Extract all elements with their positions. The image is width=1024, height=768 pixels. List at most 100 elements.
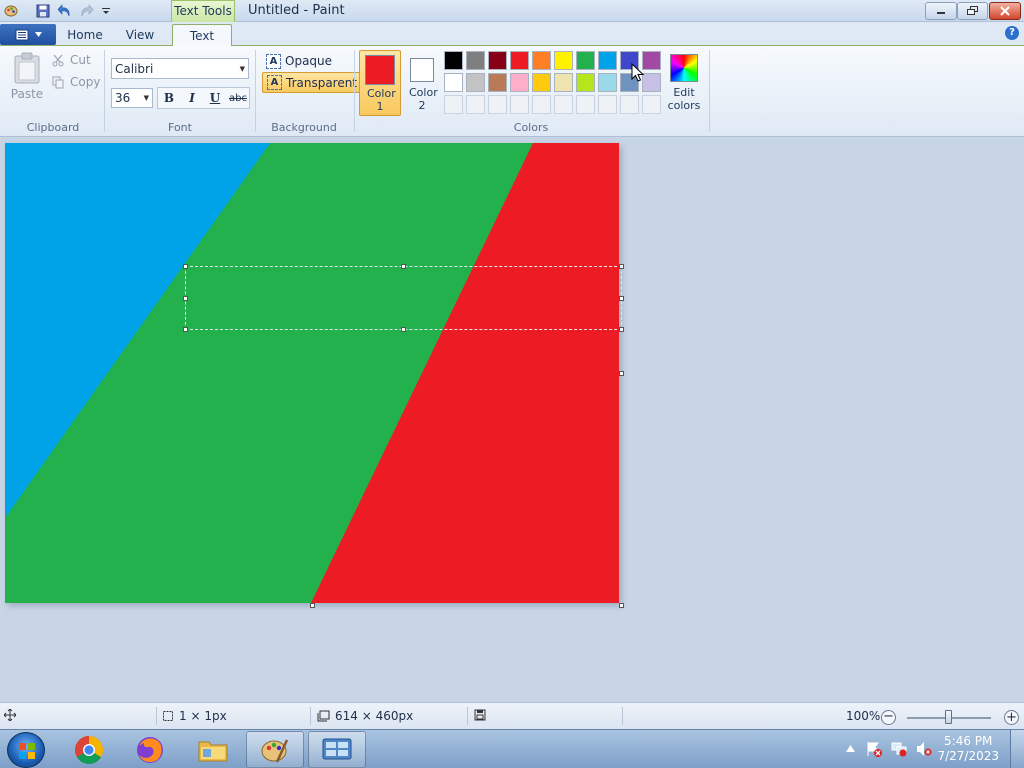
restore-button[interactable] bbox=[957, 2, 988, 20]
taskbar-paint[interactable] bbox=[246, 731, 304, 768]
canvas-resize-handle-bottom[interactable] bbox=[310, 603, 315, 608]
volume-muted-icon[interactable] bbox=[916, 741, 932, 757]
custom-color-slot[interactable] bbox=[532, 95, 551, 114]
canvas-resize-handle-corner[interactable] bbox=[619, 603, 624, 608]
textbox-handle[interactable] bbox=[619, 264, 624, 269]
drawing-canvas[interactable] bbox=[5, 143, 619, 603]
undo-icon[interactable] bbox=[56, 3, 72, 19]
palette-swatch[interactable] bbox=[510, 51, 529, 70]
disk-icon bbox=[474, 709, 486, 721]
help-icon[interactable]: ? bbox=[1005, 26, 1019, 40]
custom-color-slot[interactable] bbox=[466, 95, 485, 114]
color2-button[interactable]: Color 2 bbox=[401, 50, 443, 116]
custom-color-slot[interactable] bbox=[444, 95, 463, 114]
palette-swatch[interactable] bbox=[510, 73, 529, 92]
underline-button[interactable]: U bbox=[204, 88, 226, 108]
textbox-handle[interactable] bbox=[183, 327, 188, 332]
bold-button[interactable]: B bbox=[158, 88, 180, 108]
zoom-in-button[interactable]: + bbox=[1004, 710, 1019, 725]
opaque-label: Opaque bbox=[285, 54, 333, 68]
transparent-icon: A bbox=[267, 75, 282, 90]
minimize-button[interactable] bbox=[925, 2, 957, 20]
background-group-label: Background bbox=[271, 121, 337, 134]
textbox-handle[interactable] bbox=[619, 296, 624, 301]
redo-icon[interactable] bbox=[78, 3, 94, 19]
group-divider bbox=[354, 50, 355, 132]
custom-color-slot[interactable] bbox=[554, 95, 573, 114]
show-hidden-icons-icon[interactable] bbox=[846, 745, 855, 752]
edit-colors-button[interactable]: Edit colors bbox=[666, 52, 702, 116]
text-input-box[interactable] bbox=[185, 266, 622, 330]
palette-swatch[interactable] bbox=[488, 51, 507, 70]
strikethrough-button[interactable]: abc bbox=[227, 88, 249, 108]
zoom-out-button[interactable]: − bbox=[881, 710, 896, 725]
close-button[interactable] bbox=[989, 2, 1021, 20]
transparent-button[interactable]: A Transparent bbox=[262, 72, 363, 93]
canvas-size-icon bbox=[317, 710, 330, 722]
start-button[interactable] bbox=[7, 732, 45, 768]
copy-button[interactable]: Copy bbox=[52, 75, 100, 89]
textbox-handle[interactable] bbox=[183, 296, 188, 301]
clock[interactable]: 5:46 PM 7/27/2023 bbox=[937, 734, 999, 764]
title-bar: Text Tools Untitled - Paint bbox=[0, 0, 1024, 22]
custom-color-slot[interactable] bbox=[620, 95, 639, 114]
canvas-workspace[interactable] bbox=[0, 137, 1024, 702]
palette-swatch[interactable] bbox=[466, 51, 485, 70]
zoom-level: 100% bbox=[846, 709, 880, 723]
move-cursor-icon bbox=[4, 709, 16, 721]
copy-label: Copy bbox=[70, 75, 101, 89]
palette-swatch[interactable] bbox=[488, 73, 507, 92]
taskbar: 5:46 PM 7/27/2023 bbox=[0, 729, 1024, 768]
paste-button[interactable]: Paste bbox=[8, 52, 46, 110]
taskbar-control-panel[interactable] bbox=[308, 731, 366, 768]
palette-swatch[interactable] bbox=[466, 73, 485, 92]
cut-button[interactable]: Cut bbox=[52, 53, 91, 67]
italic-button[interactable]: I bbox=[181, 88, 203, 108]
save-icon[interactable] bbox=[35, 3, 51, 19]
textbox-handle[interactable] bbox=[619, 327, 624, 332]
taskbar-firefox[interactable] bbox=[121, 731, 179, 768]
palette-swatch[interactable] bbox=[598, 51, 617, 70]
customize-qat-icon[interactable] bbox=[98, 3, 114, 19]
textbox-handle[interactable] bbox=[401, 327, 406, 332]
opaque-button[interactable]: A Opaque bbox=[262, 51, 336, 71]
action-center-icon[interactable] bbox=[866, 741, 882, 757]
palette-swatch[interactable] bbox=[576, 51, 595, 70]
custom-color-slot[interactable] bbox=[642, 95, 661, 114]
scissors-icon bbox=[52, 54, 64, 66]
status-bar: 1 × 1px 614 × 460px 100% − + bbox=[0, 702, 1024, 729]
selection-size: 1 × 1px bbox=[162, 709, 227, 723]
taskbar-chrome[interactable] bbox=[60, 731, 118, 768]
palette-swatch[interactable] bbox=[576, 73, 595, 92]
tab-home[interactable]: Home bbox=[63, 24, 107, 46]
canvas-resize-handle-right[interactable] bbox=[619, 371, 624, 376]
textbox-handle[interactable] bbox=[183, 264, 188, 269]
palette-swatch[interactable] bbox=[532, 73, 551, 92]
canvas-size: 614 × 460px bbox=[317, 709, 413, 723]
textbox-handle[interactable] bbox=[401, 264, 406, 269]
paint-menu-button[interactable] bbox=[0, 24, 56, 45]
palette-swatch[interactable] bbox=[444, 73, 463, 92]
custom-color-slot[interactable] bbox=[598, 95, 617, 114]
show-desktop-button[interactable] bbox=[1010, 730, 1024, 768]
window-title: Untitled - Paint bbox=[248, 3, 345, 18]
network-icon[interactable] bbox=[891, 741, 907, 757]
palette-swatch[interactable] bbox=[444, 51, 463, 70]
color1-button[interactable]: Color 1 bbox=[359, 50, 401, 116]
mouse-cursor-icon bbox=[631, 63, 645, 82]
tab-text[interactable]: Text bbox=[172, 24, 232, 47]
font-size-dropdown[interactable]: 36 ▼ bbox=[111, 88, 153, 108]
palette-swatch[interactable] bbox=[554, 73, 573, 92]
tab-view[interactable]: View bbox=[118, 24, 162, 46]
taskbar-explorer[interactable] bbox=[184, 731, 242, 768]
palette-swatch[interactable] bbox=[554, 51, 573, 70]
clock-date: 7/27/2023 bbox=[937, 749, 999, 763]
paint-app-icon[interactable] bbox=[3, 3, 19, 19]
zoom-slider-thumb[interactable] bbox=[945, 710, 952, 724]
palette-swatch[interactable] bbox=[598, 73, 617, 92]
custom-color-slot[interactable] bbox=[488, 95, 507, 114]
custom-color-slot[interactable] bbox=[510, 95, 529, 114]
font-family-dropdown[interactable]: Calibri ▼ bbox=[111, 58, 249, 79]
palette-swatch[interactable] bbox=[532, 51, 551, 70]
custom-color-slot[interactable] bbox=[576, 95, 595, 114]
